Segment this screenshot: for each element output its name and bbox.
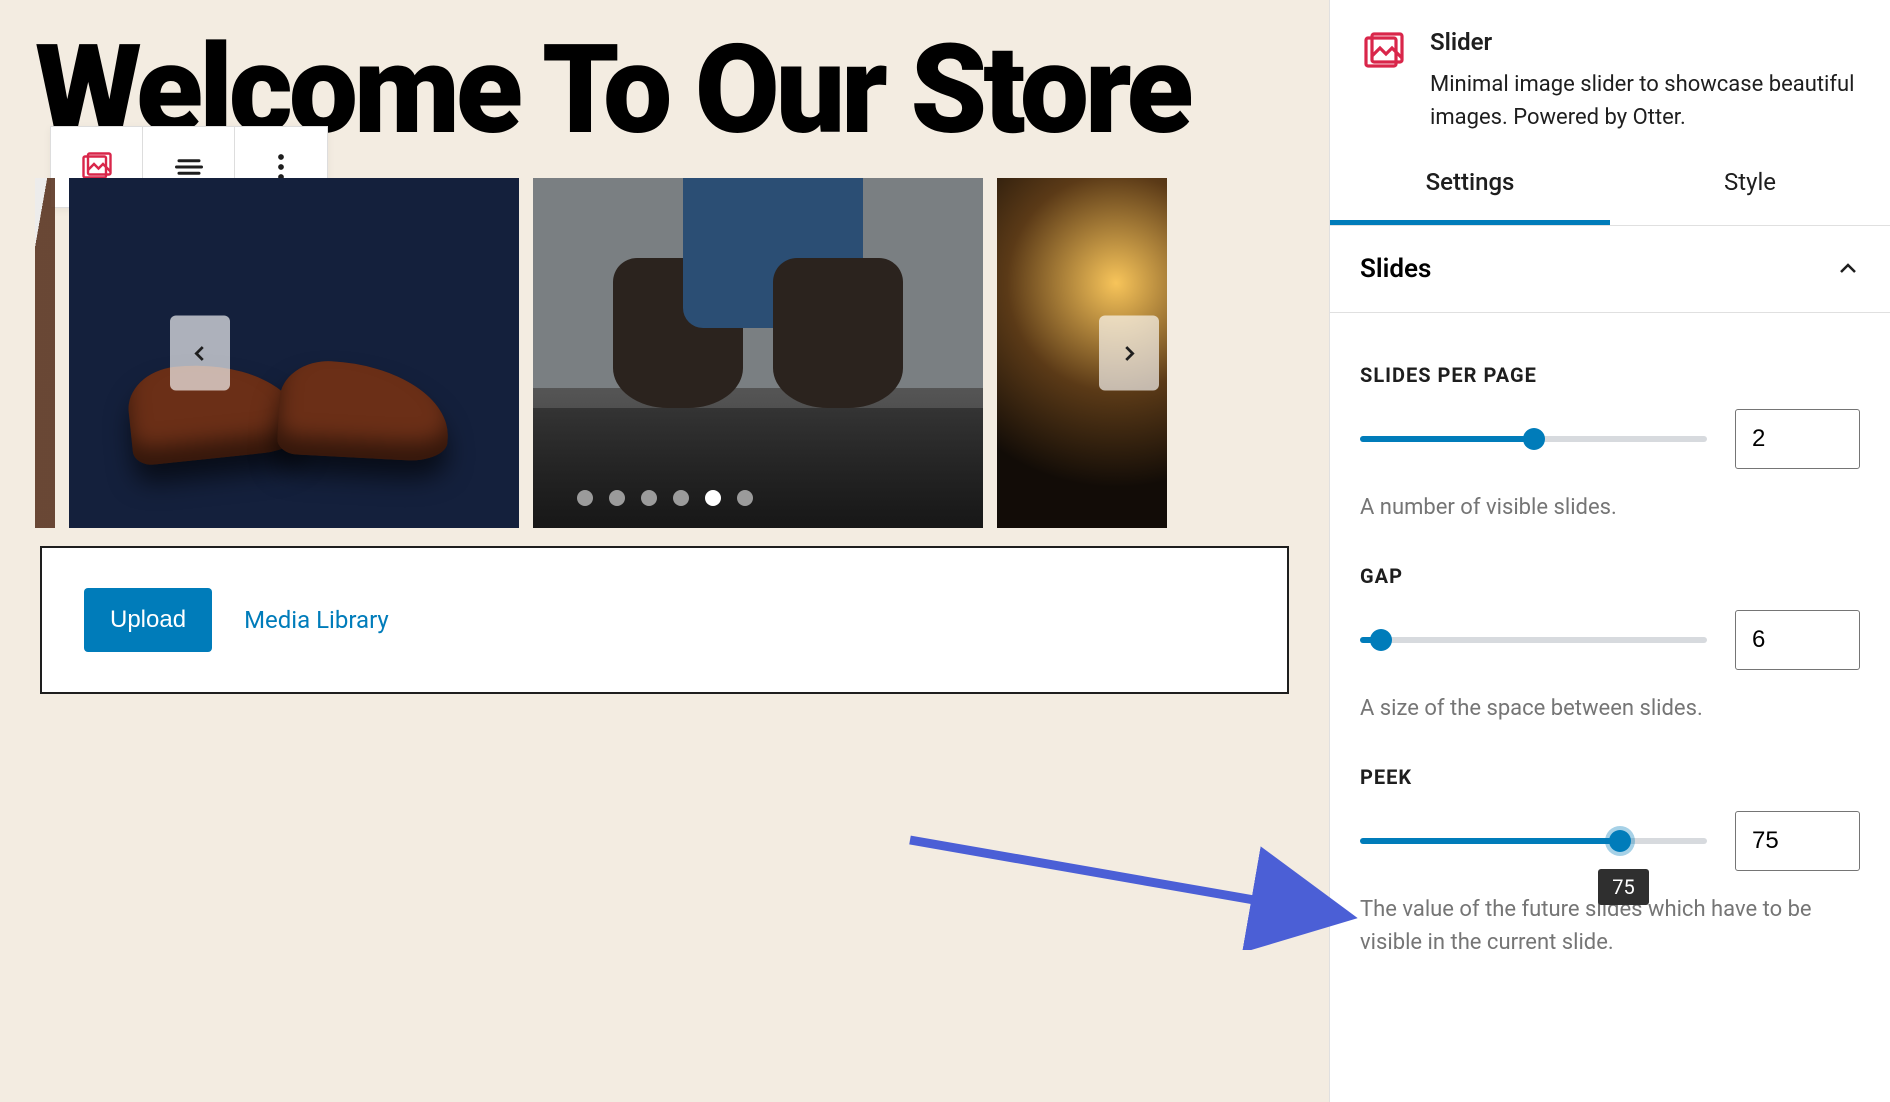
- control-help: A number of visible slides.: [1360, 491, 1860, 524]
- block-inspector-sidebar: Slider Minimal image slider to showcase …: [1329, 0, 1890, 1102]
- media-library-link[interactable]: Media Library: [244, 606, 389, 634]
- pagination-dot[interactable]: [609, 490, 625, 506]
- tab-settings[interactable]: Settings: [1330, 144, 1610, 225]
- slide-1[interactable]: [69, 178, 519, 528]
- control-peek: PEEK 75 The value of the future slides w…: [1360, 765, 1860, 959]
- pagination-dot[interactable]: [641, 490, 657, 506]
- slider-block-icon: [1360, 28, 1408, 76]
- media-placeholder: Upload Media Library: [40, 546, 1289, 694]
- control-label: SLIDES PER PAGE: [1360, 363, 1860, 387]
- chevron-up-icon: [1836, 257, 1860, 281]
- peek-tooltip: 75: [1598, 869, 1648, 905]
- pagination-dot[interactable]: [673, 490, 689, 506]
- tab-style[interactable]: Style: [1610, 144, 1890, 225]
- gap-input[interactable]: [1735, 610, 1860, 670]
- control-slides-per-page: SLIDES PER PAGE A number of visible slid…: [1360, 363, 1860, 524]
- control-gap: GAP A size of the space between slides.: [1360, 564, 1860, 725]
- annotation-arrow: [900, 830, 1360, 950]
- slider-pagination: [577, 490, 753, 506]
- inspector-tabs: Settings Style: [1330, 144, 1890, 226]
- control-label: GAP: [1360, 564, 1860, 588]
- chevron-right-icon: [1118, 342, 1140, 364]
- block-card: Slider Minimal image slider to showcase …: [1330, 0, 1890, 144]
- block-title: Slider: [1430, 28, 1860, 56]
- control-help: A size of the space between slides.: [1360, 692, 1860, 725]
- slider-next-button[interactable]: [1099, 316, 1159, 391]
- pagination-dot[interactable]: [737, 490, 753, 506]
- slides-per-page-slider[interactable]: [1360, 429, 1707, 449]
- slider-prev-button[interactable]: [170, 316, 230, 391]
- panel-slides-header[interactable]: Slides: [1330, 226, 1890, 313]
- editor-canvas: Welcome To Our Store: [0, 0, 1329, 1102]
- gap-slider[interactable]: [1360, 630, 1707, 650]
- peek-input[interactable]: [1735, 811, 1860, 871]
- pagination-dot[interactable]: [577, 490, 593, 506]
- chevron-left-icon: [189, 342, 211, 364]
- slides-per-page-input[interactable]: [1735, 409, 1860, 469]
- block-description: Minimal image slider to showcase beautif…: [1430, 68, 1860, 134]
- panel-slides-body: SLIDES PER PAGE A number of visible slid…: [1330, 313, 1890, 989]
- upload-button[interactable]: Upload: [84, 588, 212, 652]
- control-label: PEEK: [1360, 765, 1860, 789]
- peek-slider[interactable]: 75: [1360, 831, 1707, 851]
- slide-2[interactable]: [533, 178, 983, 528]
- slider-block[interactable]: [35, 178, 1294, 528]
- pagination-dot-active[interactable]: [705, 490, 721, 506]
- panel-title: Slides: [1360, 254, 1431, 284]
- slide-peek-left[interactable]: [35, 178, 55, 528]
